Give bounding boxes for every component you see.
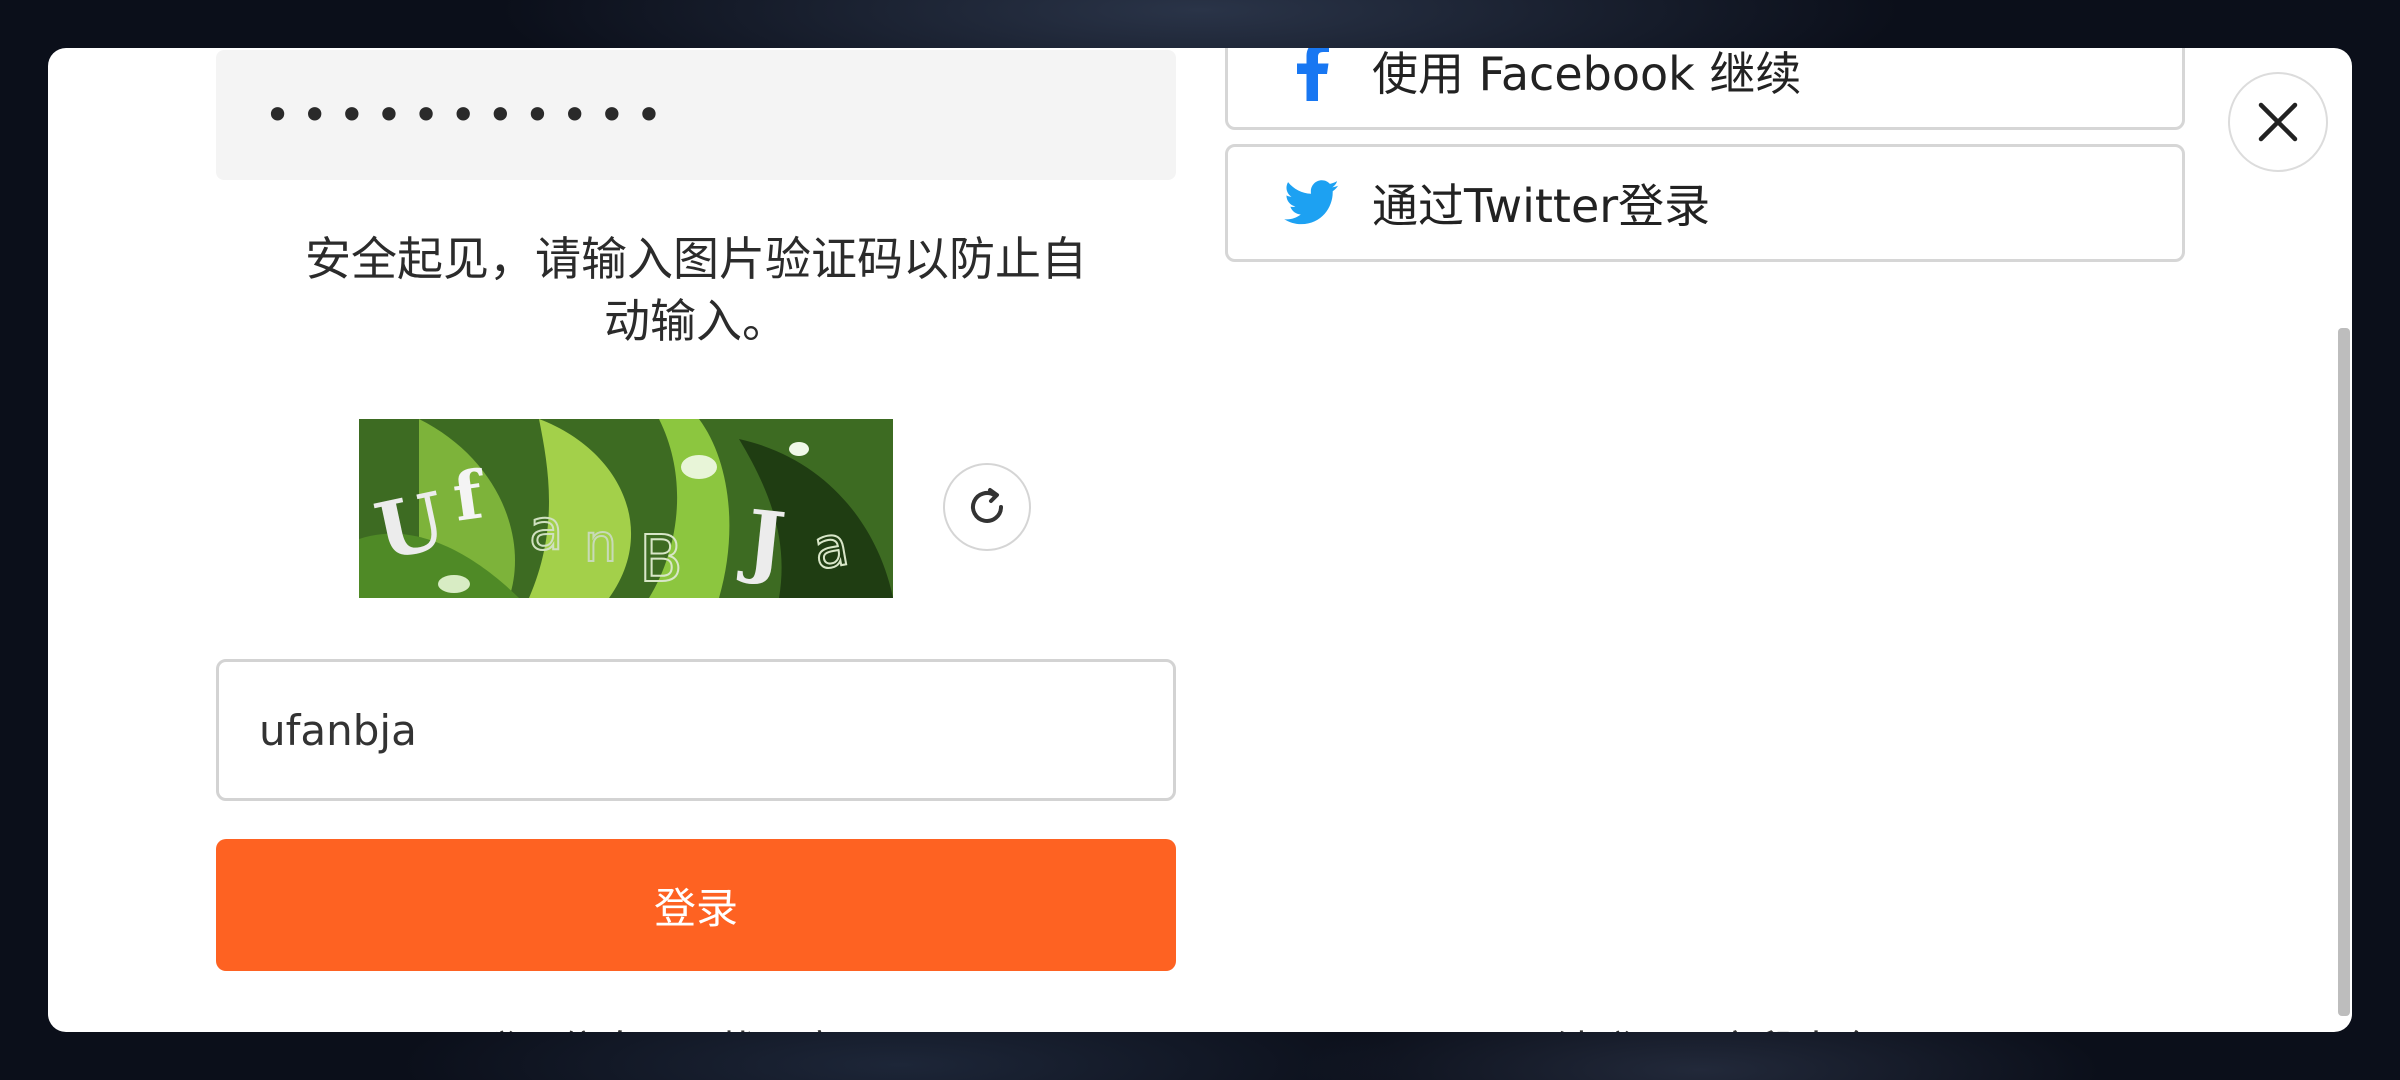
facebook-login-button[interactable]: 使用 Facebook 继续 bbox=[1225, 48, 2185, 130]
captcha-graphic: U f a n B J a bbox=[359, 419, 893, 598]
close-button[interactable] bbox=[2228, 72, 2328, 172]
notice-line-1: 安全起见，请输入图片验证码以防止自 bbox=[305, 232, 1087, 286]
twitter-login-button[interactable]: 通过Twitter登录 bbox=[1225, 144, 2185, 262]
refresh-icon bbox=[971, 488, 1003, 523]
twitter-icon bbox=[1280, 171, 1344, 235]
bottom-right-link[interactable]: 无法登录？字段大全 bbox=[1516, 1018, 1876, 1032]
twitter-label: 通过Twitter登录 bbox=[1372, 179, 1711, 233]
password-field[interactable]: ••••••••••• bbox=[216, 50, 1176, 180]
notice-line-2: 动输入。 bbox=[604, 294, 788, 348]
close-icon bbox=[2258, 102, 2298, 142]
captcha-glyph: a bbox=[529, 498, 563, 563]
captcha-glyph: n bbox=[584, 514, 617, 574]
captcha-image: U f a n B J a bbox=[359, 419, 893, 598]
facebook-label: 使用 Facebook 继续 bbox=[1372, 48, 1802, 101]
login-button[interactable]: 登录 bbox=[216, 839, 1176, 971]
login-modal: ••••••••••• 安全起见，请输入图片验证码以防止自 动输入。 U f a… bbox=[48, 48, 2352, 1032]
refresh-captcha-button[interactable] bbox=[943, 463, 1031, 551]
scrollbar[interactable] bbox=[2338, 328, 2350, 1016]
facebook-icon bbox=[1280, 48, 1344, 103]
bottom-left-link[interactable]: 登录信息……找回密码 bbox=[480, 1018, 880, 1032]
captcha-glyph: B bbox=[639, 523, 683, 597]
captcha-notice: 安全起见，请输入图片验证码以防止自 动输入。 bbox=[216, 228, 1176, 352]
password-mask: ••••••••••• bbox=[264, 88, 673, 142]
captcha-code-input[interactable] bbox=[216, 659, 1176, 801]
